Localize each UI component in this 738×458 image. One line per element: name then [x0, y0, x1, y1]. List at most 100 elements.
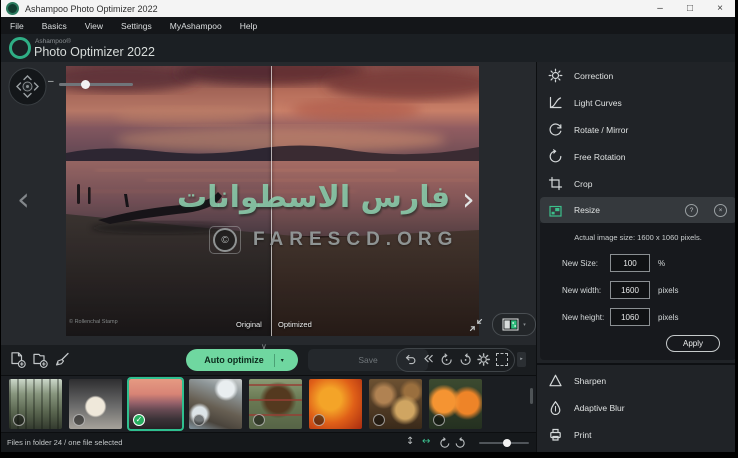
previous-image-button[interactable]: ‹ [17, 183, 30, 215]
watermark-latin: FARESCD.ORG [253, 229, 459, 250]
thumbnail-check-icon[interactable] [433, 414, 445, 426]
thumbnail[interactable] [309, 379, 362, 429]
menu-basics[interactable]: Basics [33, 21, 76, 31]
app-window: Ashampoo Photo Optimizer 2022 – □ × File… [1, 0, 735, 452]
tool-correction[interactable]: Correction [537, 62, 735, 89]
flip-horizontal-icon[interactable]: ↔ [422, 436, 430, 447]
resize-icon [549, 205, 562, 217]
tool-adaptive-blur[interactable]: Adaptive Blur [537, 394, 735, 421]
maximize-button[interactable]: □ [675, 0, 705, 17]
thumbnail-check-icon[interactable]: ✓ [133, 414, 145, 426]
auto-optimize-separator [273, 353, 275, 367]
new-size-row: New Size: % [562, 254, 735, 272]
thumbnail-check-icon[interactable] [13, 414, 25, 426]
thumbnail-check-icon[interactable] [193, 414, 205, 426]
tool-sharpen[interactable]: Sharpen [537, 367, 735, 394]
add-folder-icon[interactable] [31, 351, 49, 369]
pan-control[interactable] [8, 67, 47, 106]
new-size-input[interactable] [610, 254, 650, 272]
brand-bar: Ashampoo® Photo Optimizer 2022 [1, 34, 735, 62]
menu-file[interactable]: File [1, 21, 33, 31]
status-bar: Files in folder 24 / one file selected ↕… [1, 432, 536, 452]
new-height-input[interactable] [610, 308, 650, 326]
undo-all-icon[interactable] [421, 351, 436, 368]
resize-panel: Actual image size: 1600 x 1060 pixels. N… [540, 223, 735, 360]
thumbnail[interactable] [429, 379, 482, 429]
page-title: Photo Optimizer 2022 [34, 45, 155, 59]
thumbnail[interactable] [9, 379, 62, 429]
photo-credit: © Rollenchal Stamp [69, 319, 118, 325]
thumbnail[interactable] [249, 379, 302, 429]
thumbnail[interactable] [189, 379, 242, 429]
droplet-icon [550, 400, 561, 415]
tool-light-curves[interactable]: Light Curves [537, 89, 735, 116]
view-mode-caret-icon[interactable]: ▾ [523, 322, 526, 328]
thumbnail-check-icon[interactable] [253, 414, 265, 426]
fit-view-button[interactable] [468, 317, 484, 333]
split-view-icon [502, 318, 519, 331]
tool-free-rotation[interactable]: Free Rotation [537, 143, 735, 170]
selection-frame-icon[interactable] [496, 353, 509, 366]
printer-icon [550, 428, 561, 441]
original-label: Original [236, 320, 262, 329]
settings-gear-icon[interactable] [476, 351, 491, 368]
zoom-out-icon[interactable]: – [48, 76, 54, 87]
optimized-label: Optimized [278, 320, 312, 329]
auto-optimize-label: Auto optimize [204, 355, 264, 365]
thumbnail-check-icon[interactable] [73, 414, 85, 426]
minimize-button[interactable]: – [645, 0, 675, 17]
actual-size-info: Actual image size: 1600 x 1060 pixels. [574, 233, 702, 242]
menu-settings[interactable]: Settings [112, 21, 161, 31]
new-height-row: New height: pixels [562, 308, 735, 326]
status-text: Files in folder 24 / one file selected [7, 438, 123, 447]
sidebar-divider [537, 363, 735, 365]
thumbnail[interactable] [69, 379, 122, 429]
menu-myashampoo[interactable]: MyAshampoo [161, 21, 231, 31]
window-controls: – □ × [645, 0, 735, 17]
rotate-left-icon[interactable] [439, 437, 451, 449]
zoom-slider-handle[interactable] [81, 80, 90, 89]
tool-rotate-mirror[interactable]: Rotate / Mirror [537, 116, 735, 143]
thumbnail-size-slider-handle[interactable] [503, 438, 511, 447]
undo-icon[interactable] [403, 351, 418, 368]
watermark-arabic: فارس الاسطوانات [177, 180, 451, 215]
thumbnail-check-icon[interactable] [373, 414, 385, 426]
thumbnail-size-slider[interactable] [479, 438, 529, 447]
tool-crop[interactable]: Crop [537, 170, 735, 197]
new-width-input[interactable] [610, 281, 650, 299]
resize-close-button[interactable]: × [714, 203, 727, 217]
auto-optimize-caret-icon[interactable]: ▾ [281, 357, 284, 364]
menu-view[interactable]: View [76, 21, 112, 31]
brand-company: Ashampoo® [35, 38, 71, 45]
window-title: Ashampoo Photo Optimizer 2022 [25, 3, 158, 14]
main-toolbar: ∨ Auto optimize ▾ Save ▸ [1, 342, 536, 375]
add-image-icon[interactable] [9, 351, 27, 369]
sharpen-icon [549, 374, 562, 387]
tool-resize[interactable]: Resize ? × [540, 197, 735, 223]
next-image-button[interactable]: › [462, 183, 475, 215]
thumbnail-selected[interactable]: ✓ [127, 377, 184, 431]
toolbar-expand-button[interactable]: ▸ [517, 352, 526, 367]
curves-icon [549, 96, 562, 109]
compare-view-toggle[interactable]: ▾ [492, 313, 536, 336]
tool-print[interactable]: Print [537, 421, 735, 448]
flip-vertical-icon[interactable]: ↕ [406, 436, 414, 447]
history-forward-icon[interactable] [458, 351, 473, 368]
close-button[interactable]: × [705, 0, 735, 17]
auto-optimize-button[interactable]: Auto optimize ▾ [186, 349, 298, 371]
watermark-logo-box: © [209, 226, 241, 254]
tool-delete[interactable]: Delete [537, 448, 735, 452]
history-back-icon[interactable] [439, 351, 454, 368]
zoom-slider[interactable] [59, 80, 133, 89]
filmstrip-scroll-indicator[interactable] [530, 388, 533, 404]
menu-help[interactable]: Help [231, 21, 266, 31]
thumbnail[interactable] [369, 379, 422, 429]
batch-brush-icon[interactable] [53, 351, 71, 369]
menu-bar: File Basics View Settings MyAshampoo Hel… [1, 17, 735, 34]
filmstrip: ✓ [1, 375, 536, 433]
apply-button[interactable]: Apply [666, 335, 720, 352]
rotate-right-icon[interactable] [454, 437, 466, 449]
new-width-row: New width: pixels [562, 281, 735, 299]
resize-help-button[interactable]: ? [685, 203, 698, 217]
thumbnail-check-icon[interactable] [313, 414, 325, 426]
